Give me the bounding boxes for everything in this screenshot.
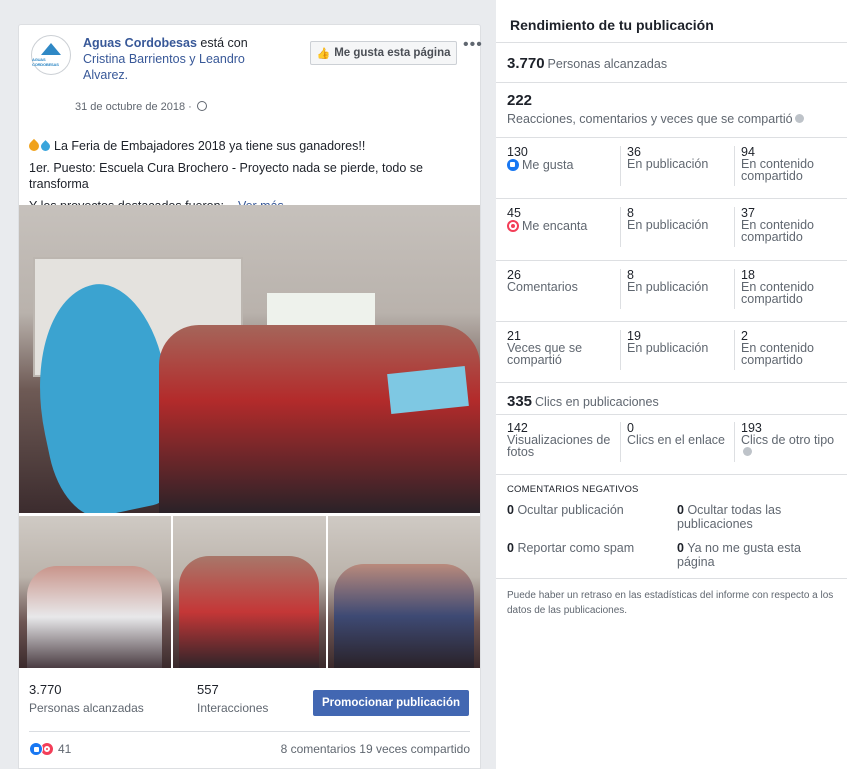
reach-value: 3.770	[29, 682, 62, 697]
with-text: está con	[200, 36, 248, 50]
link-clicks: 0 Clics en el enlace	[627, 421, 725, 447]
thumb-people	[179, 556, 320, 668]
logo-drop-icon	[41, 43, 61, 55]
logo-text: AGUAS CORDOBESAS	[32, 57, 59, 67]
insights-reach-label: Personas alcanzadas	[547, 57, 668, 71]
reactions-count[interactable]: 41	[58, 742, 71, 756]
reach-stat: 3.770 Personas alcanzadas	[29, 682, 144, 715]
engagement-label: Reacciones, comentarios y veces que se c…	[507, 112, 804, 126]
divider	[496, 578, 847, 579]
photo-views: 142 Visualizaciones de fotos	[507, 421, 611, 459]
promote-post-button[interactable]: Promocionar publicación	[313, 690, 469, 716]
unlike-page: 0 Ya no me gusta esta página	[677, 541, 801, 569]
metric-row-comments: 26 Comentarios 8 En publicación 18 En co…	[496, 261, 847, 323]
likes-total: 130 Me gusta	[507, 145, 574, 172]
tagged-people-link[interactable]: Cristina Barrientos y Leandro Alvarez.	[83, 52, 245, 82]
engagement-value: 222	[507, 92, 533, 109]
metric-row-loves: 45 Me encanta 8 En publicación 37 En con…	[496, 199, 847, 261]
hide-all-posts: 0 Ocultar todas las publicaciones	[677, 503, 782, 531]
clicks-breakdown: 142 Visualizaciones de fotos 0 Clics en …	[496, 414, 847, 476]
like-icon	[507, 159, 519, 171]
thumb-people	[27, 566, 162, 668]
thumb-people	[333, 564, 474, 668]
post-date[interactable]: 31 de octubre de 2018 ·	[75, 101, 207, 113]
reactions-bar: 41 8 comentarios 19 veces compartido	[29, 739, 470, 759]
negative-feedback-title: COMENTARIOS NEGATIVOS	[507, 484, 639, 495]
footnote: Puede haber un retraso en las estadístic…	[507, 590, 834, 616]
page-name-link[interactable]: Aguas Cordobesas	[83, 36, 197, 50]
metric-row-likes: 130 Me gusta 36 En publicación 94 En con…	[496, 138, 847, 200]
party-emoji-icon	[26, 138, 42, 154]
info-icon[interactable]	[743, 447, 752, 456]
info-icon[interactable]	[794, 114, 804, 123]
insights-engagement: 222 Reacciones, comentarios y veces que …	[507, 92, 804, 126]
comments-shares-count[interactable]: 8 comentarios 19 veces compartido	[281, 742, 470, 756]
more-options-icon[interactable]: •••	[463, 37, 483, 53]
like-reaction-icon[interactable]	[29, 742, 43, 756]
post-photo-thumb-3[interactable]	[327, 516, 480, 668]
page-avatar[interactable]: AGUAS CORDOBESAS	[31, 35, 71, 75]
loves-on-post: 8 En publicación	[627, 206, 709, 232]
insights-reach: 3.770 Personas alcanzadas	[507, 55, 667, 72]
group-people	[159, 325, 480, 513]
diploma	[387, 366, 469, 414]
post-photo-thumbnails	[19, 516, 480, 668]
post-clicks: 335 Clics en publicaciones	[507, 393, 659, 410]
love-icon	[507, 220, 519, 232]
insights-panel: Rendimiento de tu publicación 3.770 Perso…	[496, 0, 847, 769]
droplets-emoji-icon	[39, 140, 52, 153]
loves-shared: 37 En contenido compartido	[741, 206, 814, 244]
post-header: AGUAS CORDOBESAS Aguas Cordobesas está c…	[27, 33, 482, 123]
likes-on-post: 36 En publicación	[627, 145, 709, 171]
shares-on-post: 19 En publicación	[627, 329, 709, 355]
shares-total: 21 Veces que se compartió	[507, 329, 583, 367]
globe-icon	[196, 101, 207, 111]
thumbs-up-icon: 👍	[316, 47, 331, 60]
post-photo-thumb-2[interactable]	[173, 516, 326, 668]
post-photo-main[interactable]	[19, 205, 480, 513]
metric-row-shares: 21 Veces que se compartió 19 En publicac…	[496, 322, 847, 384]
post-line-1: La Feria de Embajadores 2018 ya tiene su…	[26, 138, 469, 154]
post-author-line: Aguas Cordobesas está con Cristina Barri…	[83, 35, 273, 83]
post-stats: 3.770 Personas alcanzadas 557 Interaccio…	[19, 682, 480, 726]
shares-shared: 2 En contenido compartido	[741, 329, 814, 367]
panel-title: Rendimiento de tu publicación	[510, 17, 714, 33]
post-line-2: 1er. Puesto: Escuela Cura Brochero - Pro…	[29, 161, 423, 191]
reach-label: Personas alcanzadas	[29, 701, 144, 715]
insights-reach-value: 3.770	[507, 55, 545, 72]
divider	[496, 82, 847, 83]
clicks-value: 335	[507, 393, 533, 410]
divider	[496, 382, 847, 383]
comments-total: 26 Comentarios	[507, 268, 578, 294]
divider	[29, 731, 470, 732]
comments-shared: 18 En contenido compartido	[741, 268, 814, 306]
other-clicks: 193 Clics de otro tipo	[741, 422, 841, 458]
like-page-button[interactable]: 👍 Me gusta esta página	[310, 41, 457, 65]
loves-total: 45 Me encanta	[507, 206, 588, 233]
post-card: AGUAS CORDOBESAS Aguas Cordobesas está c…	[18, 24, 482, 769]
likes-shared: 94 En contenido compartido	[741, 145, 814, 183]
clicks-label: Clics en publicaciones	[535, 395, 659, 409]
report-spam: 0 Reportar como spam	[507, 541, 635, 555]
comments-on-post: 8 En publicación	[627, 268, 709, 294]
interactions-label: Interacciones	[197, 701, 269, 715]
divider	[496, 474, 847, 475]
divider	[496, 42, 847, 43]
interactions-value: 557	[197, 682, 219, 697]
hide-post: 0 Ocultar publicación	[507, 503, 624, 517]
interactions-stat: 557 Interacciones	[197, 682, 268, 715]
post-photo-thumb-1[interactable]	[19, 516, 172, 668]
